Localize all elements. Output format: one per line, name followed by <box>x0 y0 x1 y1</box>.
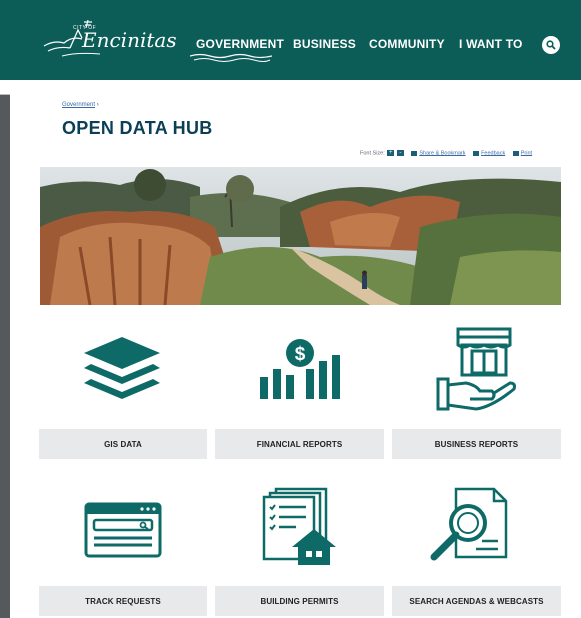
font-decrease-button[interactable]: - <box>396 150 404 156</box>
tile-track-requests[interactable]: TRACK REQUESTS <box>39 586 207 616</box>
nav-i-want-to[interactable]: I WANT TO <box>459 37 523 51</box>
share-bookmark-link[interactable]: Share & Bookmark <box>419 150 465 156</box>
breadcrumb-government[interactable]: Government <box>62 102 95 108</box>
tile-gis-data[interactable]: GIS DATA <box>39 429 207 459</box>
feedback-link[interactable]: Feedback <box>481 150 505 156</box>
logo-text: Encinitas <box>82 28 177 52</box>
nav-business[interactable]: BUSINESS <box>293 37 356 51</box>
print-link[interactable]: Print <box>521 150 532 156</box>
document-magnifier-icon <box>430 487 508 561</box>
window-frame-edge <box>0 80 10 618</box>
site-header: CITY OF Encinitas GOVERNMENT BUSINESS CO… <box>0 0 581 80</box>
page-tools: Font Size: + - Share & Bookmark Feedback… <box>360 150 532 156</box>
nav-community[interactable]: COMMUNITY <box>369 37 445 51</box>
font-increase-button[interactable]: + <box>387 150 395 156</box>
tile-search-agendas-webcasts[interactable]: SEARCH AGENDAS & WEBCASTS <box>392 586 561 616</box>
search-button[interactable] <box>542 36 560 54</box>
hero-image <box>40 167 561 305</box>
financial-chart-icon: $ <box>260 339 340 399</box>
svg-text:$: $ <box>295 344 306 365</box>
page-title: OPEN DATA HUB <box>62 118 213 138</box>
breadcrumb-separator: › <box>96 102 99 108</box>
share-icon <box>411 150 418 156</box>
storefront-hand-icon <box>436 327 516 411</box>
tile-financial-reports[interactable]: FINANCIAL REPORTS <box>215 429 384 459</box>
nav-government[interactable]: GOVERNMENT <box>196 37 284 51</box>
documents-house-icon <box>262 487 336 565</box>
search-icon <box>546 40 556 50</box>
search-window-icon <box>84 502 162 558</box>
layers-icon <box>84 337 160 399</box>
tile-business-reports[interactable]: BUSINESS REPORTS <box>392 429 561 459</box>
tile-building-permits[interactable]: BUILDING PERMITS <box>215 586 384 616</box>
breadcrumb: Government › <box>62 102 99 108</box>
font-size-label: Font Size: <box>360 150 385 157</box>
print-icon <box>512 150 519 156</box>
window-frame-corner <box>0 80 10 95</box>
feedback-icon <box>473 150 480 156</box>
active-nav-wave-icon <box>190 53 272 62</box>
